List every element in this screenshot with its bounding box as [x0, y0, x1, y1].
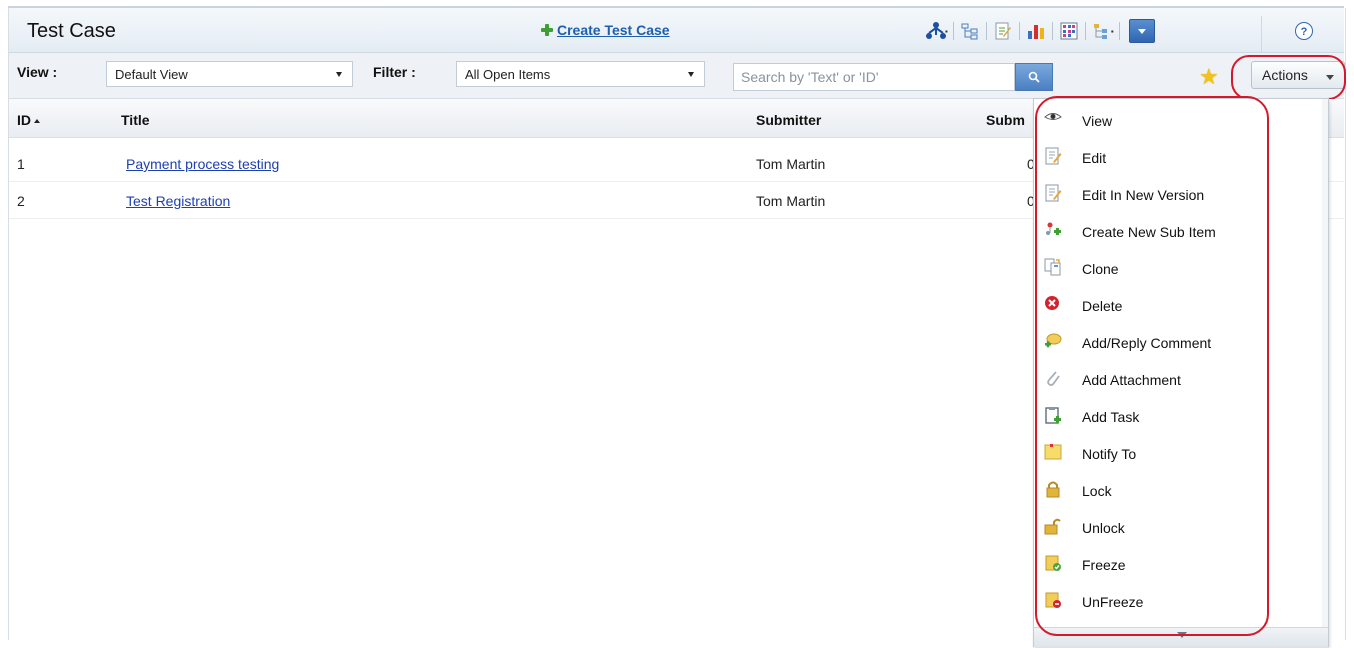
menu-item-unfreeze[interactable]: UnFreeze	[1034, 583, 1328, 620]
column-header-submitted[interactable]: Subm	[986, 112, 1025, 128]
row-submitter: Tom Martin	[756, 193, 826, 209]
filter-label: Filter :	[373, 64, 416, 80]
unlock-icon	[1044, 518, 1061, 535]
menu-item-add-task[interactable]: Add Task	[1034, 398, 1328, 435]
help-icon[interactable]: ?	[1295, 22, 1313, 40]
menu-item-edit[interactable]: Edit	[1034, 139, 1328, 176]
chevron-down-icon	[1177, 632, 1187, 638]
menu-item-edit-in-new-version[interactable]: Edit In New Version	[1034, 176, 1328, 213]
plus-icon	[541, 24, 553, 36]
favorite-star-icon[interactable]: ★	[1199, 66, 1219, 88]
lock-icon	[1046, 481, 1060, 498]
chevron-down-icon	[336, 72, 342, 77]
create-test-case-link[interactable]: Create Test Case	[541, 22, 670, 38]
menu-item-clone[interactable]: Clone	[1034, 250, 1328, 287]
eye-icon	[1044, 113, 1062, 120]
menu-scroll-down[interactable]	[1034, 627, 1328, 647]
structure-icon[interactable]	[1089, 18, 1115, 44]
actions-menu: View Edit Edit In New Version Create New…	[1033, 98, 1329, 647]
column-header-id[interactable]: ID	[17, 112, 40, 128]
sort-asc-icon	[34, 119, 40, 124]
dropdown-icon[interactable]	[1128, 19, 1155, 43]
view-select[interactable]: Default View	[106, 61, 353, 87]
toolbar-divider	[985, 22, 987, 40]
task-icon	[1045, 407, 1061, 424]
bar-chart-icon[interactable]	[1023, 18, 1049, 44]
delete-icon	[1045, 296, 1059, 310]
toolbar-divider	[1051, 22, 1053, 40]
menu-item-add-attachment[interactable]: Add Attachment	[1034, 361, 1328, 398]
actions-button-label: Actions	[1262, 67, 1308, 83]
column-header-submitter[interactable]: Submitter	[756, 112, 821, 128]
menu-item-notify-to[interactable]: Notify To	[1034, 435, 1328, 472]
chevron-down-icon	[1326, 75, 1334, 80]
menu-item-unlock[interactable]: Unlock	[1034, 509, 1328, 546]
toolbar-divider	[1118, 22, 1120, 40]
header-divider	[1261, 16, 1262, 54]
hierarchy-icon[interactable]	[923, 18, 949, 44]
note-icon	[1044, 444, 1062, 460]
page-title: Test Case	[27, 20, 116, 42]
row-title-link[interactable]: Test Registration	[126, 193, 230, 209]
edit-icon	[1045, 147, 1062, 165]
search-input[interactable]	[733, 63, 1015, 91]
unfreeze-icon	[1045, 592, 1061, 608]
row-id: 2	[17, 193, 25, 209]
search-icon	[1028, 71, 1040, 83]
view-select-value: Default View	[115, 67, 188, 82]
filter-select-value: All Open Items	[465, 67, 551, 82]
actions-button[interactable]: Actions	[1251, 61, 1345, 89]
menu-item-lock[interactable]: Lock	[1034, 472, 1328, 509]
toolbar-divider	[1018, 22, 1020, 40]
menu-item-view[interactable]: View	[1034, 102, 1328, 139]
menu-item-create-new-sub-item[interactable]: Create New Sub Item	[1034, 213, 1328, 250]
clone-icon	[1044, 258, 1061, 276]
menu-item-delete[interactable]: Delete	[1034, 287, 1328, 324]
edit-version-icon	[1045, 184, 1062, 202]
column-header-title[interactable]: Title	[121, 112, 150, 128]
chevron-down-icon	[688, 72, 694, 77]
paperclip-icon	[1047, 371, 1060, 386]
tree-icon[interactable]	[957, 18, 983, 44]
edit-doc-icon[interactable]	[990, 18, 1016, 44]
row-submitter: Tom Martin	[756, 156, 826, 172]
toolbar-divider	[952, 22, 954, 40]
menu-item-add-reply-comment[interactable]: Add/Reply Comment	[1034, 324, 1328, 361]
toolbar-divider	[1084, 22, 1086, 40]
menu-item-freeze[interactable]: Freeze	[1034, 546, 1328, 583]
toolbar: ▪ ▪	[923, 16, 1155, 46]
grid-icon[interactable]	[1056, 18, 1082, 44]
row-title-link[interactable]: Payment process testing	[126, 156, 279, 172]
page-header: Test Case Create Test Case ▪ ▪ ?	[9, 8, 1344, 54]
create-test-case-label: Create Test Case	[557, 22, 670, 38]
filter-select[interactable]: All Open Items	[456, 61, 705, 87]
comment-icon	[1045, 333, 1062, 348]
row-id: 1	[17, 156, 25, 172]
search-button[interactable]	[1015, 63, 1053, 91]
sub-item-icon	[1046, 222, 1061, 235]
view-label: View :	[17, 64, 58, 80]
freeze-icon	[1045, 555, 1061, 571]
filter-bar: View : Default View Filter : All Open It…	[9, 53, 1345, 99]
